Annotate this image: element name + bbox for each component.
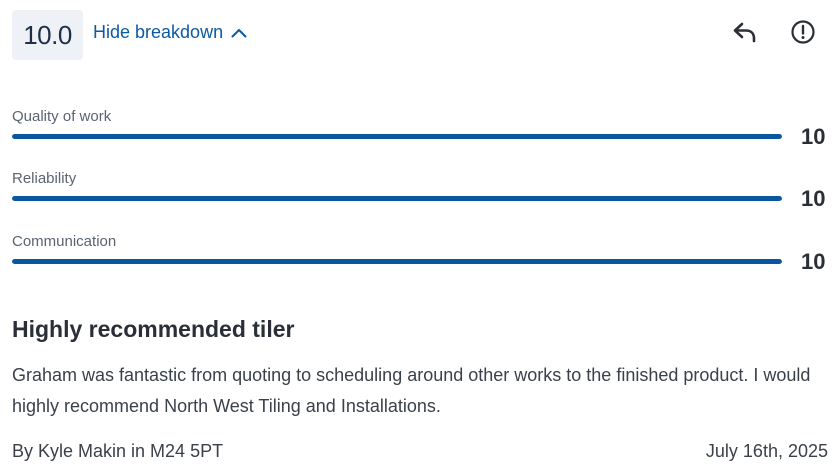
review-title: Highly recommended tiler [12, 316, 295, 342]
reply-button[interactable] [731, 18, 759, 46]
review-date: July 16th, 2025 [705, 441, 828, 461]
overall-score-badge: 10.0 [12, 10, 83, 60]
metric-bar-track [12, 134, 782, 139]
metric-label: Communication [12, 233, 117, 250]
metric-bar-fill [12, 196, 782, 201]
chevron-up-icon [231, 28, 247, 37]
metric-bar-track [12, 259, 782, 264]
metric-bar-fill [12, 134, 782, 139]
review-card: 10.0 Hide breakdown Quality of work 10 R… [0, 0, 837, 473]
metric-value: 10 [801, 186, 826, 211]
exclamation-circle-icon [791, 20, 815, 44]
metric-value: 10 [801, 124, 826, 149]
report-button[interactable] [789, 18, 817, 46]
metric-communication: Communication 10 [12, 233, 829, 289]
reply-icon [733, 22, 756, 43]
metric-bar-track [12, 196, 782, 201]
hide-breakdown-label: Hide breakdown [93, 22, 224, 42]
metric-bar-fill [12, 259, 782, 264]
metric-value: 10 [801, 249, 826, 274]
metric-reliability: Reliability 10 [12, 170, 829, 226]
metric-quality-of-work: Quality of work 10 [12, 108, 829, 164]
metric-label: Reliability [12, 170, 77, 187]
overall-score: 10.0 [23, 19, 72, 50]
hide-breakdown-toggle[interactable]: Hide breakdown [93, 22, 247, 43]
review-byline: By Kyle Makin in M24 5PT [12, 441, 224, 461]
metric-label: Quality of work [12, 108, 112, 125]
review-text: Graham was fantastic from quoting to sch… [12, 365, 811, 416]
